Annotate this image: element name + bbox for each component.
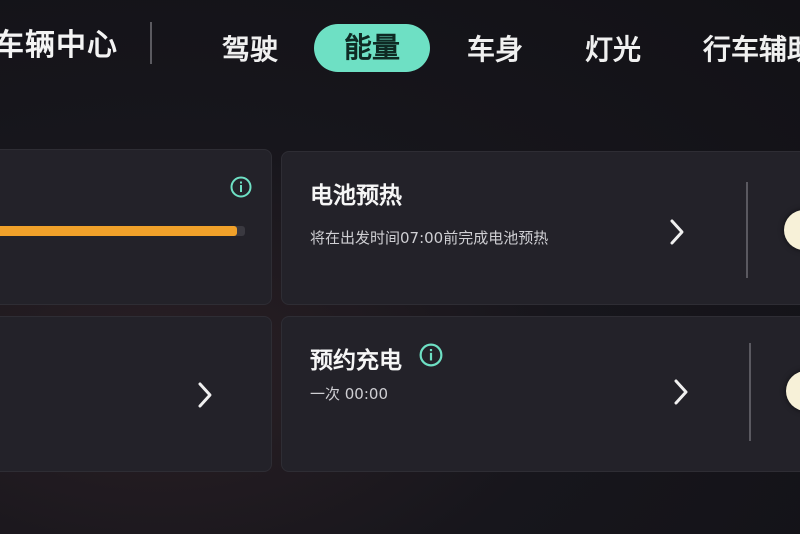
tab-driving-assist[interactable]: 行车辅助 [703,28,800,68]
battery-preheat-title: 电池预热 [310,183,402,209]
header-divider [150,22,152,64]
card-divider [749,343,751,441]
scheduled-charging-card[interactable]: 预约充电 一次 00:00 [281,316,800,472]
tab-lights[interactable]: 灯光 [585,28,641,68]
battery-preheat-toggle[interactable] [784,210,800,250]
battery-level-fill [0,226,238,236]
battery-preheat-card[interactable]: 电池预热 将在出发时间07:00前完成电池预热 [281,151,800,305]
scheduled-charging-title: 预约充电 [310,348,402,374]
battery-preheat-subtitle: 将在出发时间07:00前完成电池预热 [310,229,549,247]
vehicle-center-screen: 车辆中心 驾驶 能量 车身 灯光 行车辅助 电池预热 将在出发时间07:00前完… [0,0,800,534]
tab-driving[interactable]: 驾驶 [222,28,278,68]
info-icon[interactable] [419,343,443,367]
battery-level-bar [0,226,245,236]
chevron-right-icon[interactable] [668,218,686,246]
info-icon[interactable] [230,176,252,198]
chevron-right-icon[interactable] [196,381,214,409]
energy-status-card[interactable] [0,149,272,305]
tab-body[interactable]: 车身 [467,28,523,68]
scheduled-charging-subtitle: 一次 00:00 [310,385,388,403]
charging-settings-card[interactable] [0,316,272,472]
card-divider [746,182,748,278]
page-title: 车辆中心 [0,28,118,63]
tab-energy[interactable]: 能量 [314,24,431,72]
chevron-right-icon[interactable] [672,378,690,406]
scheduled-charging-toggle[interactable] [786,371,800,411]
